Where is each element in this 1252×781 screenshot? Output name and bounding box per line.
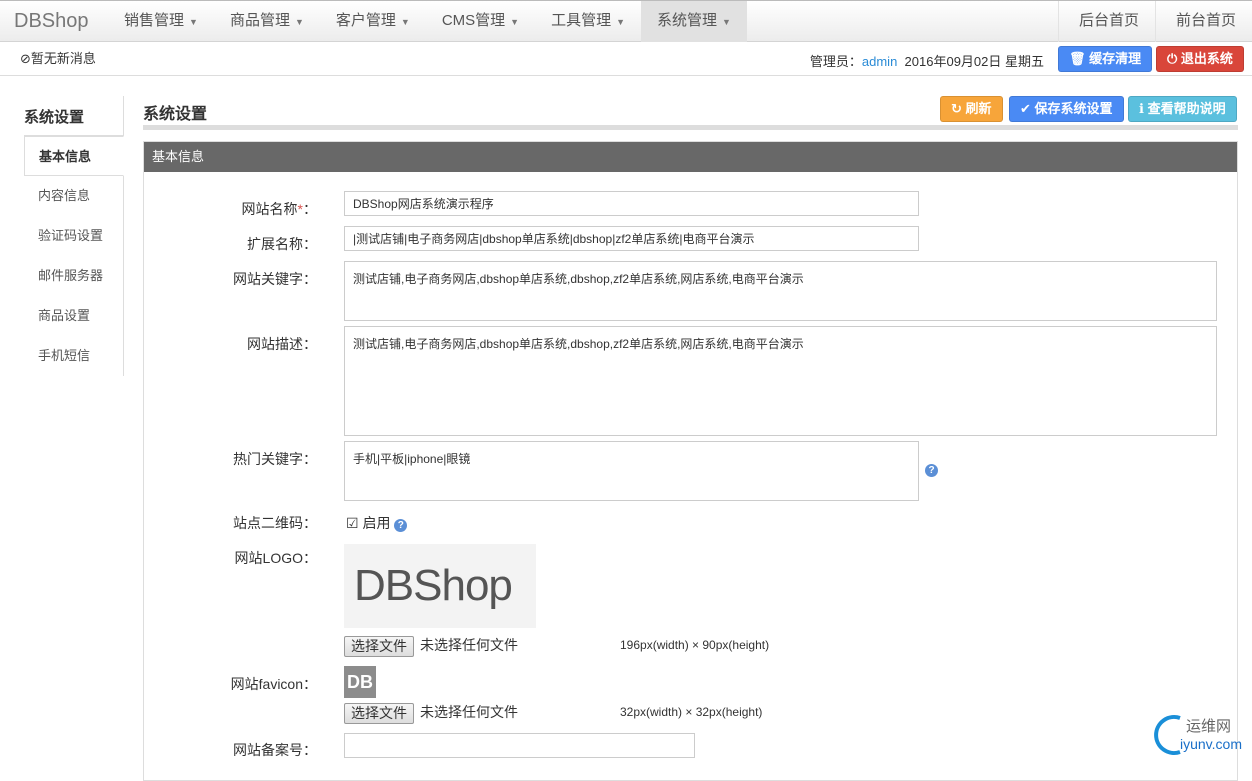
button-label: 刷新 <box>965 101 992 116</box>
menu-label: 工具管理 <box>551 12 612 29</box>
qr-label: 站点二维码： <box>233 515 317 531</box>
button-label: 查看帮助说明 <box>1147 101 1226 116</box>
hot-keywords-label: 热门关键字： <box>233 451 317 467</box>
sidebar-item-sms[interactable]: 手机短信 <box>24 336 123 376</box>
top-navbar: DBShop 销售管理 ▼ 商品管理 ▼ 客户管理 ▼ CMS管理 ▼ 工具管理 ▼ 系统… <box>0 0 1252 42</box>
basic-info-panel: 基本信息 网站名称*： 扩展名称： 网站关键字： 测试店铺,电子商务网店,dbs… <box>143 141 1238 781</box>
clear-cache-button[interactable]: 🗑 缓存清理 <box>1058 46 1153 72</box>
site-name-input[interactable] <box>344 191 919 216</box>
save-settings-button[interactable]: ✔ 保存系统设置 <box>1009 96 1124 122</box>
menu-label: 客户管理 <box>335 12 396 29</box>
panel-title: 基本信息 <box>144 142 1237 172</box>
logout-button[interactable]: ⏻ 退出系统 <box>1156 46 1244 72</box>
caret-down-icon: ▼ <box>722 17 731 27</box>
logo-file-button[interactable]: 选择文件 <box>344 636 414 657</box>
button-label: 保存系统设置 <box>1034 101 1113 116</box>
sidebar-item-mail[interactable]: 邮件服务器 <box>24 256 123 296</box>
description-label: 网站描述： <box>247 336 317 352</box>
button-label: 退出系统 <box>1180 51 1233 66</box>
menu-label: 销售管理 <box>124 12 185 29</box>
favicon-file-status: 未选择任何文件 <box>420 704 518 720</box>
main-menu: 销售管理 ▼ 商品管理 ▼ 客户管理 ▼ CMS管理 ▼ 工具管理 ▼ 系统管理 ▼ <box>108 1 747 42</box>
ext-name-input[interactable] <box>344 226 919 251</box>
icp-label: 网站备案号： <box>233 742 317 758</box>
favicon-preview: DB <box>344 666 376 698</box>
site-name-label: 网站名称*： <box>241 201 317 217</box>
caret-down-icon: ▼ <box>189 17 198 27</box>
power-icon: ⏻ <box>1167 51 1178 66</box>
ban-icon: ⊘ <box>20 51 31 66</box>
nav-right: 后台首页 前台首页 <box>1057 1 1252 42</box>
favicon-label: 网站favicon： <box>230 676 317 692</box>
favicon-file-button[interactable]: 选择文件 <box>344 703 414 724</box>
logo-label: 网站LOGO： <box>234 550 317 566</box>
logo-dimensions: 196px(width) × 90px(height) <box>620 638 770 652</box>
menu-tools[interactable]: 工具管理 ▼ <box>535 1 641 42</box>
sidebar-item-basic[interactable]: 基本信息 <box>24 136 124 176</box>
menu-sales[interactable]: 销售管理 ▼ <box>108 1 214 42</box>
status-bar: ⊘暂无新消息 管理员：admin 2016年09月02日 星期五 🗑 缓存清理 … <box>0 42 1252 76</box>
admin-label: 管理员： <box>809 54 862 69</box>
backend-home-link[interactable]: 后台首页 <box>1057 1 1155 42</box>
brand-logo[interactable]: DBShop <box>14 10 89 33</box>
page-title: 系统设置 <box>143 106 208 123</box>
title-divider <box>143 125 1238 130</box>
menu-system[interactable]: 系统管理 ▼ <box>641 1 747 42</box>
qr-enable-checkbox[interactable]: ☑ 启用 ? <box>346 513 408 533</box>
caret-down-icon: ▼ <box>510 17 520 27</box>
menu-cms[interactable]: CMS管理 ▼ <box>426 1 535 42</box>
caret-down-icon: ▼ <box>616 17 626 27</box>
help-button[interactable]: ℹ 查看帮助说明 <box>1128 96 1237 122</box>
menu-goods[interactable]: 商品管理 ▼ <box>214 1 320 42</box>
caret-down-icon: ▼ <box>400 17 410 27</box>
logo-preview: DBShop <box>344 544 536 628</box>
watermark-url: iyunv.com <box>1180 736 1242 752</box>
message-notice[interactable]: ⊘暂无新消息 <box>20 48 96 67</box>
sidebar-item-goods[interactable]: 商品设置 <box>24 296 123 336</box>
trash-icon: 🗑 <box>1069 51 1086 66</box>
current-date: 2016年09月02日 星期五 <box>904 54 1044 69</box>
checkbox-checked-icon: ☑ <box>346 515 359 531</box>
icp-input[interactable] <box>344 733 695 758</box>
sidebar-item-content[interactable]: 内容信息 <box>24 176 123 216</box>
admin-name[interactable]: admin <box>862 54 897 69</box>
frontend-home-link[interactable]: 前台首页 <box>1154 1 1252 42</box>
watermark: 运维网 iyunv.com <box>1150 712 1250 757</box>
caret-down-icon: ▼ <box>294 17 304 27</box>
admin-info: 管理员：admin 2016年09月02日 星期五 <box>810 51 1044 70</box>
ext-name-label: 扩展名称： <box>247 236 317 252</box>
menu-label: CMS管理 <box>441 12 506 29</box>
description-textarea[interactable]: 测试店铺,电子商务网店,dbshop单店系统,dbshop,zf2单店系统,网店… <box>344 326 1217 436</box>
sidebar-title: 系统设置 <box>24 96 123 136</box>
logo-file-status: 未选择任何文件 <box>420 637 518 653</box>
info-icon: ℹ <box>1139 101 1144 116</box>
hot-keywords-textarea[interactable]: 手机|平板|iphone|眼镜 <box>344 441 919 501</box>
menu-label: 商品管理 <box>229 12 290 29</box>
button-label: 缓存清理 <box>1089 51 1142 66</box>
favicon-dimensions: 32px(width) × 32px(height) <box>620 705 763 719</box>
checkbox-label: 启用 <box>362 515 391 531</box>
menu-customers[interactable]: 客户管理 ▼ <box>320 1 426 42</box>
menu-label: 系统管理 <box>657 12 718 29</box>
sidebar: 系统设置 基本信息 内容信息 验证码设置 邮件服务器 商品设置 手机短信 <box>24 96 124 376</box>
keywords-label: 网站关键字： <box>233 271 317 287</box>
watermark-text: 运维网 <box>1186 718 1232 735</box>
keywords-textarea[interactable]: 测试店铺,电子商务网店,dbshop单店系统,dbshop,zf2单店系统,网店… <box>344 261 1217 321</box>
refresh-button[interactable]: ↻ 刷新 <box>940 96 1003 122</box>
sidebar-item-captcha[interactable]: 验证码设置 <box>24 216 123 256</box>
help-icon[interactable]: ? <box>925 464 938 477</box>
help-icon[interactable]: ? <box>394 519 408 532</box>
refresh-icon: ↻ <box>951 101 962 116</box>
check-icon: ✔ <box>1020 101 1031 116</box>
message-text: 暂无新消息 <box>30 51 96 66</box>
